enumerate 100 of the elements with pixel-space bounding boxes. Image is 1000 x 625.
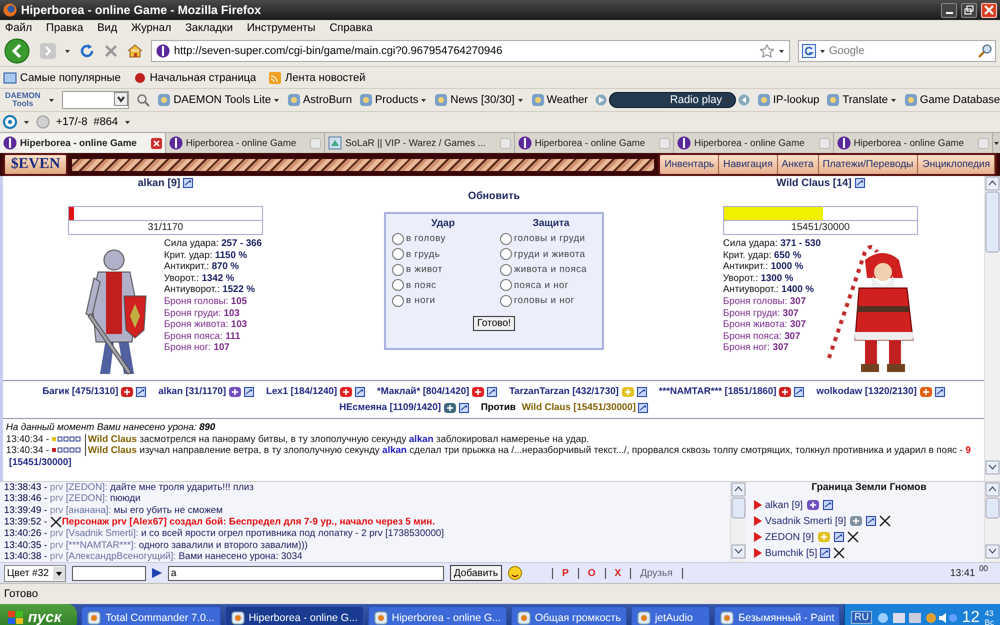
sender-name[interactable]: [АлександрВсеногущий]: [66, 551, 176, 562]
taskbar-button[interactable]: Общая громкость [510, 606, 627, 625]
participant-name[interactable]: wolkodaw [1320/2130] [816, 385, 917, 398]
chat-link[interactable]: O [578, 568, 605, 578]
log-text: изучал направление ветра, в ту злополучную секунду alkan сделал три прыжка на /...неразборчивый текст.../, прорвался сквозь толпу смотрящих, толкнул противника и ударил в пояс - [140, 445, 963, 456]
address-field[interactable]: http://seven-super.com/cgi-bin/game/main.cgi?0.967954764270946 [151, 40, 790, 62]
menu-item[interactable]: Правка [46, 22, 84, 34]
search-field[interactable]: Google [798, 40, 996, 62]
stat-line: Броня головы: 307 [723, 296, 807, 308]
toolbar-button[interactable]: News [30/30] [434, 93, 524, 107]
sender-name[interactable]: [ананана]: [66, 504, 112, 516]
player-name[interactable]: ZEDON [9] [765, 532, 814, 542]
toolbar-counter[interactable]: +17/-8 [56, 116, 88, 128]
game-menu-item[interactable]: Энциклопедия [918, 155, 995, 174]
chat-link[interactable]: Друзья [630, 568, 683, 578]
taskbar-button[interactable]: Hiperborea - online G... [368, 606, 507, 625]
opponent-name[interactable]: Wild Claus [15451/30000] [522, 401, 636, 414]
toolbar-button[interactable]: Products [358, 93, 428, 107]
player-name[interactable]: Bumchik [5] [765, 548, 818, 558]
chat-message: дайте мне троля ударить!!! плиз [110, 482, 254, 493]
menu-item[interactable]: Вид [97, 22, 118, 34]
message-field[interactable]: a [168, 566, 444, 580]
browser-tab[interactable]: Hiperborea - online Game [514, 133, 674, 153]
menu-item[interactable]: Инструменты [246, 22, 316, 34]
radio-player-control[interactable]: Radio play [608, 92, 736, 108]
toolbar-button[interactable]: Game Database [904, 93, 1000, 107]
stat-line: Броня груди: 103 [164, 308, 241, 320]
ready-button[interactable]: Готово! [473, 316, 515, 330]
stat-line: Сила удара: 371 - 530 [723, 238, 822, 250]
sender-name[interactable]: [ZEDON]: [66, 493, 108, 504]
option-label: головы и груди [514, 233, 586, 244]
toolbar-button[interactable]: IP-lookup [756, 93, 820, 107]
clock-minute: 43 [984, 608, 994, 618]
toolbar-button[interactable]: Weather [530, 93, 588, 107]
location-title: Граница Земли Гномов [810, 482, 928, 495]
browser-tab[interactable]: Hiperborea - online Game [674, 133, 834, 153]
option-label: живота и пояса [514, 264, 587, 276]
taskbar-button[interactable]: Hiperborea - online G... [224, 606, 364, 625]
sender-name[interactable]: [***NAMTAR***]: [66, 540, 136, 551]
browser-tab[interactable]: Hiperborea - online Game [834, 133, 994, 153]
bookmark-item[interactable]: Начальная страница [132, 72, 256, 84]
stat-line: Крит. удар: 1150 % [164, 250, 248, 262]
chat-time: 13:40:35 - [4, 540, 48, 551]
sender-name[interactable]: [ZEDON]: [66, 482, 108, 493]
participant-name[interactable]: НЕсмеяна [1109/1420] [339, 401, 441, 414]
column-heading: Защита [532, 218, 570, 229]
taskbar-button[interactable]: jetAudio [630, 606, 710, 625]
clock-hour: 12 [962, 608, 980, 625]
taskbar-button[interactable]: Total Commander 7.0... [81, 606, 221, 625]
stat-line: Антиуворот.: 1400 % [723, 284, 815, 296]
browser-tab[interactable]: Hiperborea - online Game [0, 133, 166, 153]
participant-name[interactable]: Багик [475/1310] [42, 385, 118, 398]
participant-name[interactable]: ***NAMTAR*** [1851/1860] [658, 385, 776, 398]
chat-link[interactable]: P [552, 568, 578, 578]
participant-name[interactable]: TarzanTarzan [432/1730] [509, 385, 619, 398]
search-input[interactable]: Google [829, 45, 975, 57]
menu-item[interactable]: Файл [5, 22, 32, 34]
color-select[interactable]: Цвет #32 [4, 564, 66, 582]
language-indicator[interactable]: RU [851, 611, 872, 624]
game-logo[interactable]: $EVEN [3, 153, 68, 176]
chat-message: Вами нанесено урона: 3034 [178, 551, 302, 562]
option-label: в живот [406, 264, 443, 276]
fighter-name[interactable]: alkan [9] [138, 177, 180, 189]
chat-time: 13:39:49 - [4, 504, 48, 516]
toolbar-button[interactable]: Translate [826, 93, 897, 107]
chat-link[interactable]: X [604, 568, 630, 578]
fighter-name[interactable]: Wild Claus [14] [776, 177, 852, 189]
log-time: 13:40:34 - [6, 434, 50, 444]
actor-name[interactable]: Wild Claus [84, 434, 137, 444]
refresh-link[interactable]: Обновить [468, 190, 520, 204]
sender-name[interactable]: [Vsadnik Smerti]: [66, 528, 138, 540]
stat-line: Броня груди: 307 [723, 308, 800, 320]
stat-line: Броня пояса: 111 [164, 330, 242, 342]
participant-name[interactable]: Lex1 [184/1240] [266, 385, 338, 398]
toolbar-counter[interactable]: #864 [94, 116, 118, 128]
participant-name[interactable]: *Маклай* [804/1420] [377, 385, 470, 398]
bookmark-item[interactable]: Самые популярные [3, 72, 121, 84]
toolbar-button[interactable]: AstroBurn [287, 93, 352, 107]
chat-message: одного завалили и второго завалим))) [138, 540, 308, 551]
taskbar-button[interactable]: Безымянный - Paint [714, 606, 840, 625]
start-button[interactable]: пуск [0, 604, 78, 625]
browser-tab[interactable]: SoLaR || VIP - Warez / Games ... [325, 133, 515, 153]
game-menu-item[interactable]: Анкета [778, 155, 819, 174]
address-input[interactable]: http://seven-super.com/cgi-bin/game/main.cgi?0.967954764270946 [174, 45, 756, 57]
stat-line: Уворот.: 1300 % [723, 272, 794, 284]
menu-item[interactable]: Закладки [185, 22, 233, 34]
add-button[interactable]: Добавить [450, 565, 502, 581]
bookmark-item[interactable]: Лента новостей [268, 72, 366, 84]
browser-tab[interactable]: Hiperborea - online Game [166, 133, 326, 153]
participant-name[interactable]: alkan [31/1170] [158, 385, 226, 398]
menu-item[interactable]: Справка [329, 22, 373, 34]
menu-item[interactable]: Журнал [131, 22, 172, 34]
game-menu-item[interactable]: Навигация [719, 155, 778, 174]
clock-seconds: 00 [979, 564, 988, 572]
player-name[interactable]: alkan [9] [765, 500, 803, 510]
game-menu-item[interactable]: Платежи/Переводы [818, 155, 918, 174]
toolbar-button[interactable]: DAEMON Tools Lite [157, 93, 280, 107]
player-name[interactable]: Vsadnik Smerti [9] [765, 516, 846, 526]
game-menu-item[interactable]: Инвентарь [660, 155, 720, 174]
actor-name[interactable]: Wild Claus [84, 445, 137, 456]
